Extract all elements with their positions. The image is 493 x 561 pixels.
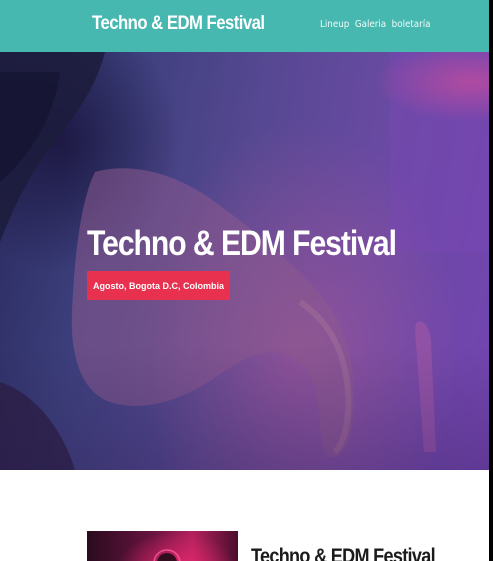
hero-title: Techno & EDM Festival — [87, 224, 397, 263]
window-edge — [489, 0, 493, 561]
festival-photo — [87, 531, 238, 561]
nav-link-galeria[interactable]: Galeria — [355, 19, 386, 30]
nav-link-boleteria[interactable]: boletaría — [392, 19, 431, 30]
top-navbar: Techno & EDM Festival Lineup Galeria bol… — [0, 0, 489, 52]
event-date-location-badge: Agosto, Bogota D.C, Colombia — [87, 271, 230, 300]
nav-links: Lineup Galeria boletaría — [320, 19, 431, 30]
nav-link-lineup[interactable]: Lineup — [320, 19, 349, 30]
hero-banner: Techno & EDM Festival Agosto, Bogota D.C… — [0, 52, 489, 470]
brand-logo-link[interactable]: Techno & EDM Festival — [92, 13, 265, 35]
section-title: Techno & EDM Festival — [251, 545, 436, 561]
